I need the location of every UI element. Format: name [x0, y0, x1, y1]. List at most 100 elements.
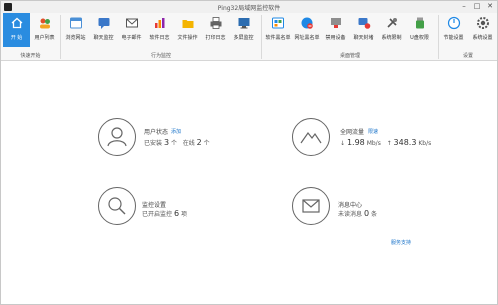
mail-icon — [125, 18, 138, 28]
file-operation-button[interactable]: 文件操作 — [174, 13, 201, 47]
software-log-label: 软件日志 — [149, 35, 170, 41]
maximize-button[interactable]: □ — [472, 2, 482, 11]
user-list-button[interactable]: 用户列表 — [31, 13, 58, 47]
monitor-icon — [238, 18, 249, 29]
software-blacklist-button[interactable]: 软件黑名单 — [264, 13, 292, 47]
traffic-summary: ↓ 1.98 Mb/s ↑ 348.3 Kb/s — [340, 138, 431, 147]
upload-rate: 348.3 — [393, 138, 417, 147]
close-button[interactable]: ✕ — [485, 2, 495, 11]
system-settings-button[interactable]: 系统设置 — [469, 13, 496, 47]
chat-monitor-label: 聊天监控 — [93, 35, 114, 41]
folder-icon — [182, 20, 193, 28]
user-list-label: 用户列表 — [34, 35, 55, 41]
browser-icon — [69, 17, 82, 29]
email-label: 电子邮件 — [121, 35, 142, 41]
software-blacklist-label: 软件黑名单 — [265, 35, 291, 41]
chat-block-icon — [358, 18, 370, 29]
installed-count: 3 — [163, 138, 170, 147]
unread-count: 0 — [363, 209, 370, 218]
download-arrow-icon: ↓ — [340, 140, 346, 147]
energy-settings-button[interactable]: 节能设置 — [440, 13, 467, 47]
add-user-link[interactable]: 添加 — [171, 128, 181, 135]
udisk-permission-button[interactable]: U盘权限 — [406, 13, 433, 47]
chat-block-button[interactable]: 聊天封堵 — [350, 13, 377, 47]
person-icon — [107, 127, 127, 147]
envelope-icon — [302, 199, 320, 213]
start-label: 开 始 — [10, 35, 23, 41]
message-center-title: 消息中心 — [338, 202, 363, 209]
system-restrict-button[interactable]: 系统限制 — [378, 13, 405, 47]
web-blacklist-label: 网址黑名单 — [294, 35, 320, 41]
unread-unit: 条 — [370, 211, 377, 218]
group-settings: 节能设置 系统设置 设置 — [439, 13, 497, 61]
download-unit: Mb/s — [366, 140, 381, 147]
monitor-settings-summary: 已开启监控 6 项 — [142, 209, 187, 218]
app-block-icon — [272, 17, 284, 29]
udisk-permission-label: U盘权限 — [410, 35, 429, 41]
user-status-icon[interactable] — [98, 118, 136, 156]
energy-settings-label: 节能设置 — [443, 35, 464, 41]
installed-unit: 个 — [170, 140, 177, 147]
window-title: Ping32局域网监控软件 — [217, 5, 281, 12]
browse-web-label: 浏览网站 — [65, 35, 86, 41]
message-center-summary: 未读消息 0 条 — [338, 209, 377, 218]
users-icon — [39, 18, 50, 29]
user-status-summary: 已安装 3 个 在线 2 个 — [144, 138, 210, 147]
device-icon — [330, 18, 341, 28]
gear-icon — [476, 17, 489, 29]
printer-icon — [210, 17, 221, 29]
ribbon-toolbar: 开 始 用户列表 快速开始 浏览网站 聊天监控 电子邮件 软件日志 文件操作 打… — [1, 13, 497, 61]
upload-unit: Kb/s — [418, 140, 432, 147]
limit-speed-link[interactable]: 限速 — [368, 128, 378, 135]
power-icon — [447, 16, 460, 30]
print-log-button[interactable]: 打印日志 — [202, 13, 229, 47]
online-label: 在线 — [182, 140, 195, 147]
bar-chart-icon — [154, 18, 164, 28]
disable-device-label: 禁用设备 — [325, 35, 346, 41]
group-label-settings: 设置 — [462, 53, 473, 59]
chat-monitor-button[interactable]: 聊天监控 — [90, 13, 117, 47]
home-icon — [11, 17, 22, 29]
file-operation-label: 文件操作 — [177, 35, 198, 41]
group-label-behavior: 行为监控 — [150, 53, 171, 59]
title-bar: Ping32局域网监控软件 – □ ✕ — [1, 1, 497, 13]
service-support-link[interactable]: 服务支持 — [391, 239, 411, 246]
enabled-unit: 项 — [180, 211, 187, 218]
start-button[interactable]: 开 始 — [3, 13, 30, 47]
traffic-icon[interactable] — [292, 118, 330, 156]
monitor-settings-title: 监控设置 — [142, 202, 167, 209]
group-label-desktop: 桌面管理 — [339, 53, 360, 59]
web-blacklist-button[interactable]: 网址黑名单 — [293, 13, 321, 47]
enabled-label: 已开启监控 — [142, 211, 173, 218]
message-center-icon[interactable] — [292, 187, 330, 225]
tools-icon — [386, 18, 397, 28]
download-rate: 1.98 — [346, 138, 365, 147]
print-log-label: 打印日志 — [205, 35, 226, 41]
chat-block-label: 聊天封堵 — [353, 35, 374, 41]
unread-label: 未读消息 — [338, 211, 363, 218]
group-desktop: 软件黑名单 网址黑名单 禁用设备 聊天封堵 系统限制 U盘权限 桌面管理 — [262, 13, 438, 61]
usb-drive-icon — [415, 17, 424, 29]
installed-label: 已安装 — [144, 140, 163, 147]
enabled-count: 6 — [173, 209, 180, 218]
email-button[interactable]: 电子邮件 — [118, 13, 145, 47]
multi-screen-button[interactable]: 多屏监控 — [230, 13, 257, 47]
system-restrict-label: 系统限制 — [381, 35, 402, 41]
group-label-quick-start: 快速开始 — [20, 53, 41, 59]
mountain-chart-icon — [300, 131, 322, 144]
group-quick-start: 开 始 用户列表 快速开始 — [1, 13, 60, 61]
online-count: 2 — [196, 138, 202, 147]
disable-device-button[interactable]: 禁用设备 — [322, 13, 349, 47]
magnifier-icon — [108, 197, 126, 215]
globe-block-icon — [301, 17, 313, 29]
browse-web-button[interactable]: 浏览网站 — [62, 13, 89, 47]
main-window: Ping32局域网监控软件 – □ ✕ 开 始 用户列表 快速开始 浏览网站 聊… — [0, 0, 498, 305]
multi-screen-label: 多屏监控 — [233, 35, 254, 41]
upload-arrow-icon: ↑ — [386, 140, 392, 147]
minimize-button[interactable]: – — [459, 2, 469, 11]
monitor-settings-icon[interactable] — [98, 187, 136, 225]
software-log-button[interactable]: 软件日志 — [146, 13, 173, 47]
user-status-title: 用户状态 — [144, 129, 169, 136]
system-settings-label: 系统设置 — [472, 35, 493, 41]
online-unit: 个 — [203, 140, 210, 147]
